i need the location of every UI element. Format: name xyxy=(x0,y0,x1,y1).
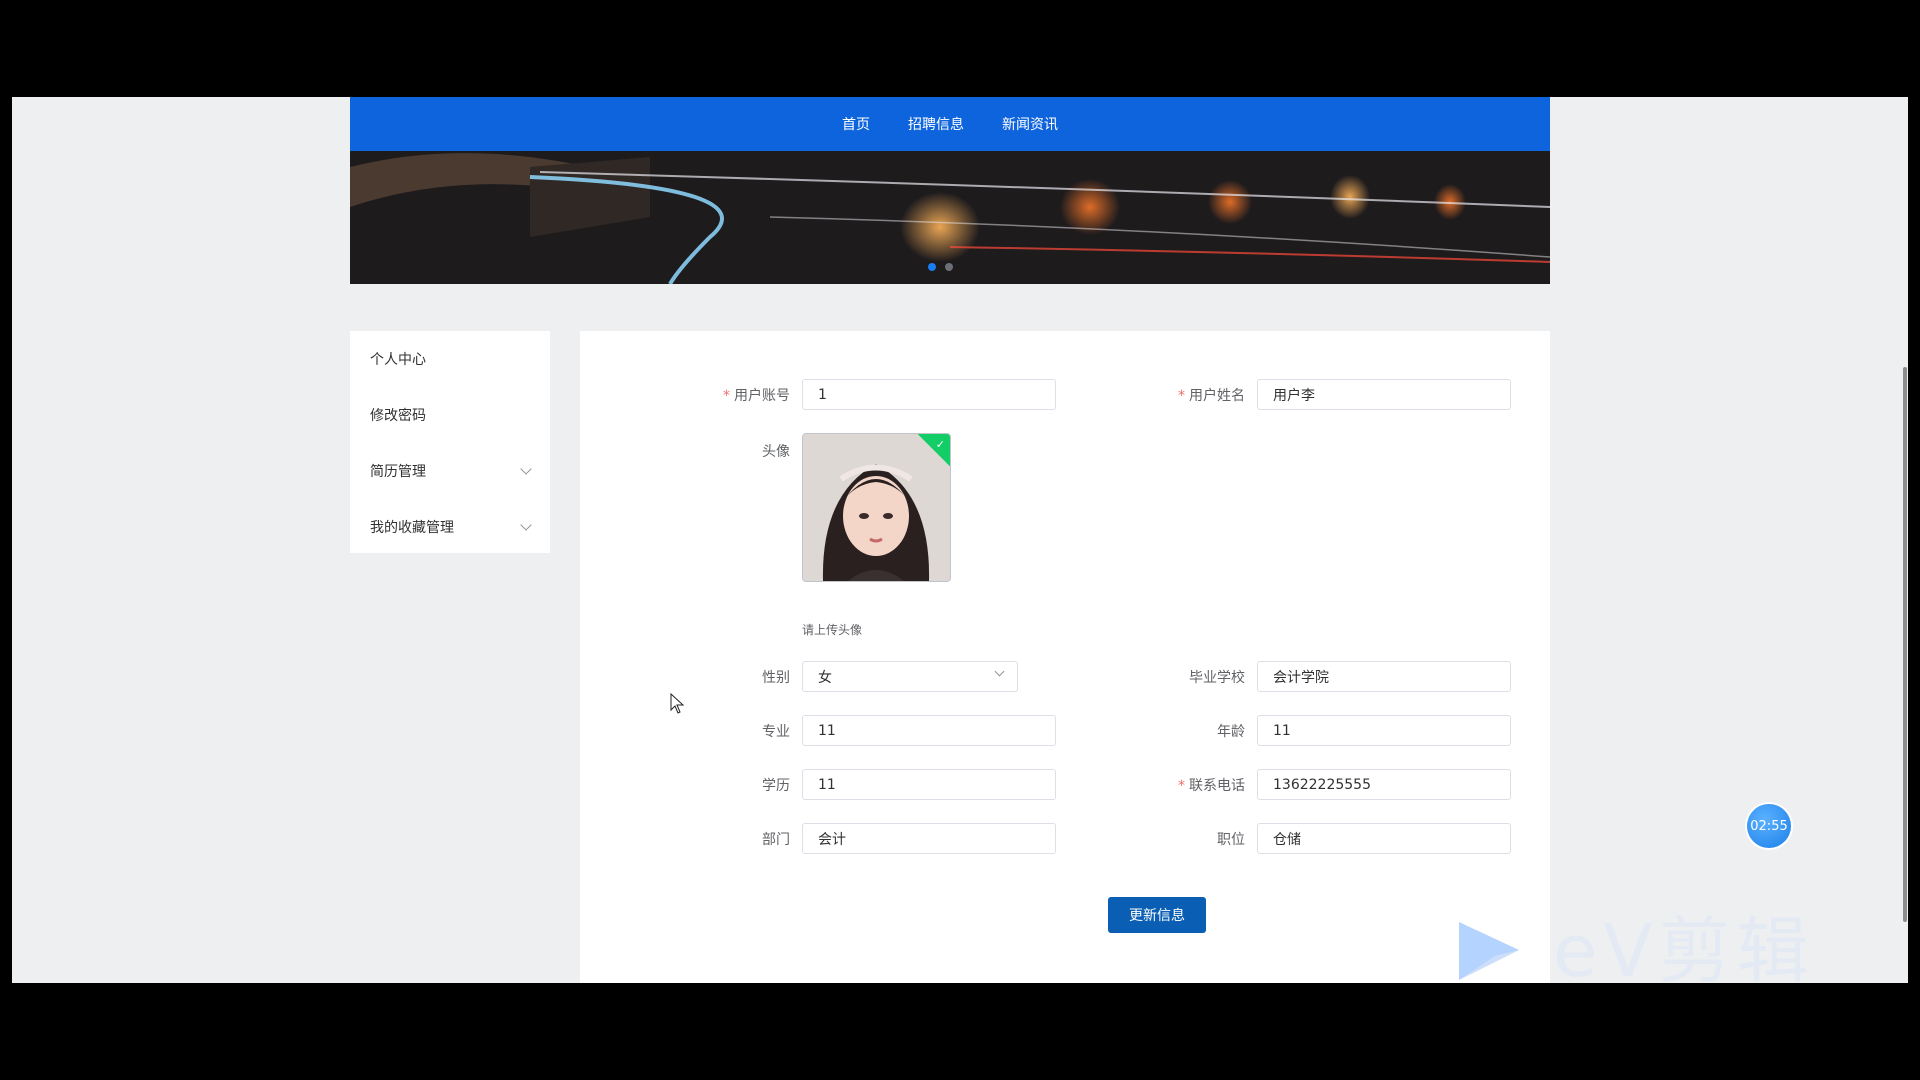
carousel-dot-2[interactable] xyxy=(945,263,953,271)
sidebar-item-label: 修改密码 xyxy=(370,408,426,424)
page-scrollbar[interactable] xyxy=(1902,97,1908,983)
form-row-position: 职位 仓储 xyxy=(1155,823,1511,854)
nav-jobs[interactable]: 招聘信息 xyxy=(889,114,983,134)
sidebar-menu: 个人中心 修改密码 简历管理 我的收藏管理 xyxy=(350,331,550,553)
phone-input[interactable]: 13622225555 xyxy=(1257,769,1511,800)
avatar-image xyxy=(803,434,950,581)
form-row-major: 专业 11 xyxy=(700,715,1056,746)
school-label: 毕业学校 xyxy=(1189,669,1245,686)
name-input[interactable]: 用户李 xyxy=(1257,379,1511,410)
browser-viewport: 首页 招聘信息 新闻资讯 个人中心 修改密码 简历管理 我的收藏管理 * 用户账号… xyxy=(12,97,1908,983)
form-row-name: * 用户姓名 用户李 xyxy=(1155,379,1511,410)
watermark-text: eV剪辑 xyxy=(1553,909,1815,993)
sidebar-item-change-password[interactable]: 修改密码 xyxy=(350,387,550,443)
avatar-upload[interactable]: ✓ xyxy=(802,433,951,582)
gender-label: 性别 xyxy=(762,669,790,686)
phone-label: * 联系电话 xyxy=(1155,775,1257,795)
sidebar-item-resume-management[interactable]: 简历管理 xyxy=(350,443,550,499)
nav-news[interactable]: 新闻资讯 xyxy=(983,114,1077,134)
chevron-down-icon xyxy=(520,463,532,475)
chevron-down-icon xyxy=(994,666,1005,677)
position-label: 职位 xyxy=(1217,831,1245,848)
form-row-gender: 性别 女 xyxy=(700,661,1018,692)
account-input[interactable]: 1 xyxy=(802,379,1056,410)
name-label-text: 用户姓名 xyxy=(1189,387,1245,404)
education-input[interactable]: 11 xyxy=(802,769,1056,800)
mouse-cursor-icon xyxy=(670,693,685,714)
required-mark: * xyxy=(723,387,730,404)
banner-carousel: 首页 招聘信息 新闻资讯 xyxy=(350,97,1550,284)
form-row-school: 毕业学校 会计学院 xyxy=(1155,661,1511,692)
form-row-age: 年龄 11 xyxy=(1155,715,1511,746)
sidebar-item-label: 个人中心 xyxy=(370,352,426,368)
carousel-indicators xyxy=(928,263,953,271)
age-input[interactable]: 11 xyxy=(1257,715,1511,746)
profile-form-card: * 用户账号 1 * 用户姓名 用户李 头像 ✓ 请上传头像 性别 女 毕业学校… xyxy=(580,331,1550,983)
major-input[interactable]: 11 xyxy=(802,715,1056,746)
form-row-education: 学历 11 xyxy=(700,769,1056,800)
form-row-phone: * 联系电话 13622225555 xyxy=(1155,769,1511,800)
sidebar-item-label: 我的收藏管理 xyxy=(370,520,454,536)
major-label: 专业 xyxy=(762,723,790,740)
nav-home[interactable]: 首页 xyxy=(823,114,889,134)
form-row-department: 部门 会计 xyxy=(700,823,1056,854)
carousel-dot-1[interactable] xyxy=(928,263,936,271)
check-icon: ✓ xyxy=(935,438,945,451)
form-row-account: * 用户账号 1 xyxy=(700,379,1056,410)
gender-value: 女 xyxy=(818,669,832,686)
department-input[interactable]: 会计 xyxy=(802,823,1056,854)
age-label: 年龄 xyxy=(1217,723,1245,740)
avatar-hint: 请上传头像 xyxy=(802,623,863,637)
chevron-down-icon xyxy=(520,519,532,531)
top-nav: 首页 招聘信息 新闻资讯 xyxy=(350,97,1550,151)
phone-label-text: 联系电话 xyxy=(1189,777,1245,794)
name-label: * 用户姓名 xyxy=(1155,385,1257,405)
update-info-button[interactable]: 更新信息 xyxy=(1108,897,1206,933)
recording-timer: 02:55 xyxy=(1747,804,1791,848)
ev-logo-icon xyxy=(1459,922,1519,980)
education-label: 学历 xyxy=(762,777,790,794)
required-mark: * xyxy=(1178,387,1185,404)
account-label-text: 用户账号 xyxy=(734,387,790,404)
required-mark: * xyxy=(1178,777,1185,794)
account-label: * 用户账号 xyxy=(700,385,802,405)
sidebar-item-favorites-management[interactable]: 我的收藏管理 xyxy=(350,499,550,555)
form-row-avatar: 头像 ✓ xyxy=(700,433,951,582)
scrollbar-thumb[interactable] xyxy=(1903,367,1907,922)
gender-select[interactable]: 女 xyxy=(802,661,1018,692)
position-input[interactable]: 仓储 xyxy=(1257,823,1511,854)
school-input[interactable]: 会计学院 xyxy=(1257,661,1511,692)
avatar-label: 头像 xyxy=(762,444,790,460)
sidebar-item-personal-center[interactable]: 个人中心 xyxy=(350,331,550,387)
ev-watermark: eV剪辑 xyxy=(1455,915,1815,987)
sidebar-item-label: 简历管理 xyxy=(370,464,426,480)
department-label: 部门 xyxy=(762,831,790,848)
